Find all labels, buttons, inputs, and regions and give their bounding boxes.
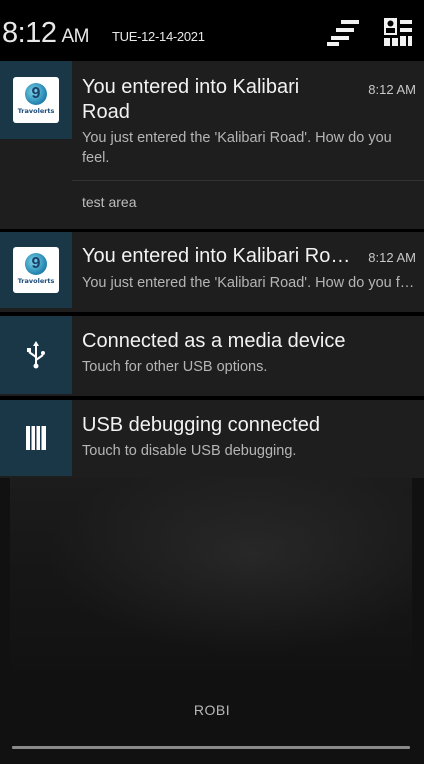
notification-body: You just entered the 'Kalibari Road'. Ho… — [82, 130, 392, 166]
travolerts-logo: 9 Travolerts — [13, 77, 59, 123]
notification-icon-box: 9 Travolerts — [0, 61, 72, 139]
travolerts-logo-word: Travolerts — [17, 107, 55, 115]
notification-header: 8:12 AM TUE-12-14-2021 — [0, 0, 424, 60]
clear-all-button[interactable] — [324, 12, 364, 52]
clock-ampm: AM — [61, 26, 89, 47]
notification-time: 8:12 AM — [368, 82, 416, 97]
usb-debugging-icon — [26, 426, 46, 450]
notification-usb-debugging[interactable]: USB debugging connected Touch to disable… — [0, 400, 424, 478]
notification-title: You entered into Kalibari Road — [82, 245, 352, 267]
notification-icon-box: 9 Travolerts — [0, 232, 72, 308]
clock[interactable]: 8:12 AM — [2, 17, 89, 50]
notification-usb-media[interactable]: Connected as a media device Touch for ot… — [0, 316, 424, 396]
notification-icon-box — [0, 400, 72, 476]
travolerts-logo: 9 Travolerts — [13, 247, 59, 293]
notification-icon-box — [0, 316, 72, 394]
notification-title: USB debugging connected — [82, 414, 320, 436]
usb-icon — [27, 341, 45, 369]
travolerts-logo-mark: 9 — [25, 253, 47, 275]
notification-body: You just entered the 'Kalibari Road'. Ho… — [82, 275, 416, 291]
travolerts-logo-mark: 9 — [25, 83, 47, 105]
quick-settings-button[interactable] — [378, 12, 418, 52]
carrier-label: ROBI — [193, 702, 231, 718]
clear-notifications-icon — [327, 20, 359, 46]
notification-travolerts[interactable]: 9 Travolerts You entered into Kalibari R… — [0, 232, 424, 312]
wallpaper-area — [0, 478, 424, 764]
notification-body: Touch to disable USB debugging. — [82, 443, 297, 459]
notification-expanded-text: test area — [82, 194, 137, 210]
notification-title: Connected as a media device — [82, 330, 346, 352]
travolerts-logo-word: Travolerts — [17, 277, 55, 285]
divider — [72, 180, 424, 181]
quick-settings-icon — [384, 18, 412, 46]
notification-travolerts-expanded[interactable]: 9 Travolerts You entered into Kalibari R… — [0, 61, 424, 229]
date[interactable]: TUE-12-14-2021 — [112, 29, 205, 44]
wallpaper-image — [10, 478, 412, 670]
notification-time: 8:12 AM — [368, 250, 416, 265]
clock-time: 8:12 — [2, 17, 57, 49]
notification-title: You entered into Kalibari Road — [82, 76, 300, 123]
notification-body: Touch for other USB options. — [82, 359, 268, 375]
shade-drag-handle[interactable] — [12, 746, 410, 749]
